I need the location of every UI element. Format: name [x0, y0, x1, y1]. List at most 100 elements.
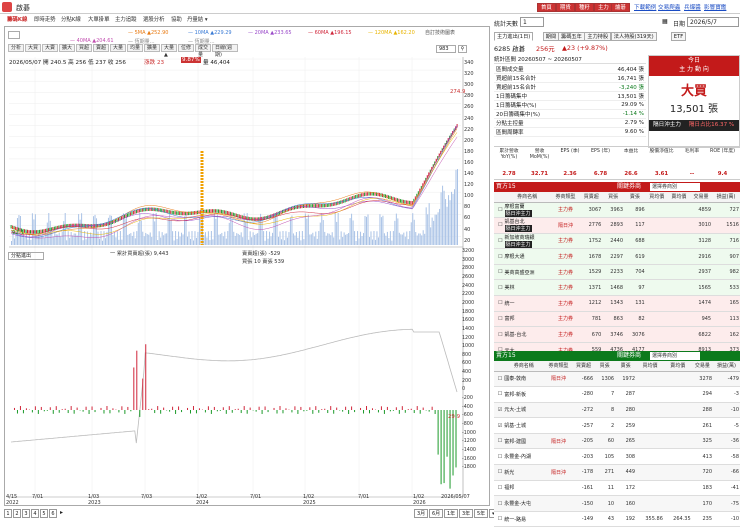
right-tab-3[interactable]: 主力持股 [584, 32, 611, 41]
buyer-row[interactable]: ☐摩根大通主力券167822976192916907 [494, 249, 740, 265]
toolbar-btn-12[interactable]: 日線(週期) [212, 44, 238, 52]
row-checkbox[interactable]: ☐ [494, 311, 504, 327]
row-checkbox[interactable]: ☐ [494, 249, 504, 265]
top-button-chips[interactable]: 爐碁 [611, 3, 630, 12]
tab-big-orders[interactable]: 大單掛單 [88, 16, 110, 25]
column-header[interactable]: 券商類型 [551, 192, 580, 202]
top-button-futures[interactable]: 期貨 [556, 3, 575, 12]
row-checkbox[interactable]: ☐ [494, 511, 503, 527]
column-header[interactable] [494, 361, 503, 371]
buyer-row[interactable]: ☐富邦主力券78186382945113 [494, 311, 740, 327]
tab-volume-menu[interactable]: 丹量結 ▾ [187, 16, 208, 25]
right-tab-0[interactable]: 主力進出(1日) [494, 32, 533, 41]
buyer-row[interactable]: ☐統一主力券121213431311474165 [494, 296, 740, 312]
seller-row[interactable]: ☐富邦-新板-2807287294-3 [494, 387, 740, 403]
row-checkbox[interactable]: ☐ [494, 296, 504, 312]
column-header[interactable]: 買均價 [636, 361, 664, 371]
row-checkbox[interactable]: ☐ [494, 264, 504, 280]
toolbar-btn-11[interactable]: 成交量 [195, 44, 211, 52]
right-tab-4[interactable]: 法人持股(319天) [611, 32, 657, 41]
tab-help[interactable]: 協助 [171, 16, 182, 25]
buyer-row[interactable]: ☐新加坡商瑞銀隔日沖主力主力券175224406883128716 [494, 233, 740, 249]
broker-name[interactable]: 富邦-新板 [503, 387, 544, 403]
broker-name[interactable]: 統一-路易 [503, 511, 544, 527]
toolbar-btn-7[interactable]: 均量 [127, 44, 143, 52]
row-checkbox[interactable]: ☐ [494, 480, 503, 496]
column-header[interactable]: 買張 [594, 361, 615, 371]
right-tab-2[interactable]: 籌碼五年 [558, 32, 585, 41]
tab-intraday[interactable]: 即時走勢 [34, 16, 56, 25]
tab-main-track[interactable]: 主力追蹤 [115, 16, 137, 25]
toolbar-btn-3[interactable]: 擴大 [59, 44, 75, 52]
row-checkbox[interactable]: ☐ [494, 387, 503, 403]
page-btn-2[interactable]: 2 [13, 509, 21, 518]
page-btn-1[interactable]: 1 [4, 509, 12, 518]
column-header[interactable]: 賣張 [624, 192, 646, 202]
kline-chart[interactable] [5, 27, 489, 505]
toolbar-btn-4[interactable]: 買超 [76, 44, 92, 52]
custom-chart-label[interactable]: 自訂技術圖表 [425, 29, 455, 36]
buyer-row[interactable]: ☐摩根富蘭隔日沖主力主力券306739638964859727 [494, 202, 740, 218]
row-checkbox[interactable]: ☐ [494, 433, 503, 449]
column-header[interactable]: 交易量 [690, 192, 712, 202]
toolbar-btn-10[interactable]: 位修 [178, 44, 194, 52]
row-checkbox[interactable]: ☐ [494, 233, 504, 249]
top-button-main-force[interactable]: 主力 [594, 3, 613, 12]
broker-name[interactable]: 富邦 [504, 311, 551, 327]
period-btn-1[interactable]: 6月 [429, 509, 443, 518]
broker-name[interactable]: 凱基-土城 [503, 418, 544, 434]
column-header[interactable]: 券商類型 [544, 361, 573, 371]
broker-name[interactable]: 摩根富蘭隔日沖主力 [504, 202, 551, 218]
row-checkbox[interactable]: ☐ [494, 496, 503, 512]
broker-name[interactable]: 富邦-建國 [503, 433, 544, 449]
period-btn-4[interactable]: 5年 [474, 509, 488, 518]
row-checkbox[interactable]: ☐ [494, 327, 504, 343]
row-checkbox[interactable]: ☐ [494, 202, 504, 218]
link-crawler[interactable]: 交易爬蟲 [658, 3, 680, 11]
top-button-seeds[interactable]: 種籽 [575, 3, 594, 12]
buyer-row[interactable]: ☐凱基台北隔日沖主力隔日沖2776289311730101516 [494, 218, 740, 234]
column-header[interactable]: 賣均價 [668, 192, 690, 202]
toolbar-btn-9[interactable]: 大量▲ [161, 44, 177, 52]
sellers-key-broker[interactable]: 關鍵券商 [617, 351, 641, 361]
broker-name[interactable]: 凱基台北隔日沖主力 [504, 218, 551, 234]
column-header[interactable]: 交易量 [692, 361, 713, 371]
page-next-icon[interactable]: ▸ [60, 509, 63, 516]
broker-name[interactable]: 美商高盛亞洲 [504, 264, 551, 280]
seller-row[interactable]: ☐新光隔日沖-178271449720-66 [494, 465, 740, 481]
seller-row[interactable]: ☐永豐金-內湖-203105308413-58 [494, 449, 740, 465]
period-btn-2[interactable]: 1年 [444, 509, 458, 518]
broker-name[interactable]: 國泰-敦南 [503, 371, 544, 387]
column-header[interactable]: 賣均價 [664, 361, 692, 371]
buyers-key-broker[interactable]: 關鍵券商 [617, 182, 641, 192]
link-bingbao[interactable]: 兵爆醬 [684, 3, 701, 11]
tab-branch-kline[interactable]: 分點K線 [61, 16, 81, 25]
toolbar-btn-8[interactable]: 擴量 [144, 44, 160, 52]
link-download[interactable]: 下載範例 [634, 3, 656, 11]
row-checkbox[interactable]: ☐ [494, 280, 504, 296]
column-header[interactable]: 買賣超 [573, 361, 594, 371]
broker-name[interactable]: 新光 [503, 465, 544, 481]
link-treasure[interactable]: 影響寶鑑 [704, 3, 726, 11]
toolbar-btn-2[interactable]: 大賣 [42, 44, 58, 52]
broker-name[interactable]: 新加坡商瑞銀隔日沖主力 [504, 233, 551, 249]
row-checkbox[interactable]: ☐ [494, 371, 503, 387]
zoom-input[interactable]: 983 [436, 45, 456, 53]
column-header[interactable]: 賣張 [615, 361, 636, 371]
row-checkbox[interactable]: ☑ [494, 402, 503, 418]
broker-name[interactable]: 凱基-台北 [504, 327, 551, 343]
column-header[interactable]: 券商名稱 [503, 361, 544, 371]
right-tab-5[interactable]: ETF [671, 32, 686, 41]
column-header[interactable] [494, 192, 504, 202]
buyer-row[interactable]: ☐美林主力券13711468971565533 [494, 280, 740, 296]
tab-chip-kline[interactable]: 籌碼K線 [7, 16, 27, 25]
page-btn-3[interactable]: 3 [22, 509, 30, 518]
period-select[interactable]: 1 [520, 17, 544, 27]
column-header[interactable]: 買賣超 [580, 192, 602, 202]
sellers-filter-select[interactable]: 選擇券商別 [650, 352, 700, 360]
broker-name[interactable]: 統一 [504, 296, 551, 312]
broker-name[interactable]: 永豐金-內湖 [503, 449, 544, 465]
broker-name[interactable]: 永豐金-大屯 [503, 496, 544, 512]
right-tab-1[interactable]: 期間 [543, 32, 559, 41]
period-btn-3[interactable]: 3年 [459, 509, 473, 518]
